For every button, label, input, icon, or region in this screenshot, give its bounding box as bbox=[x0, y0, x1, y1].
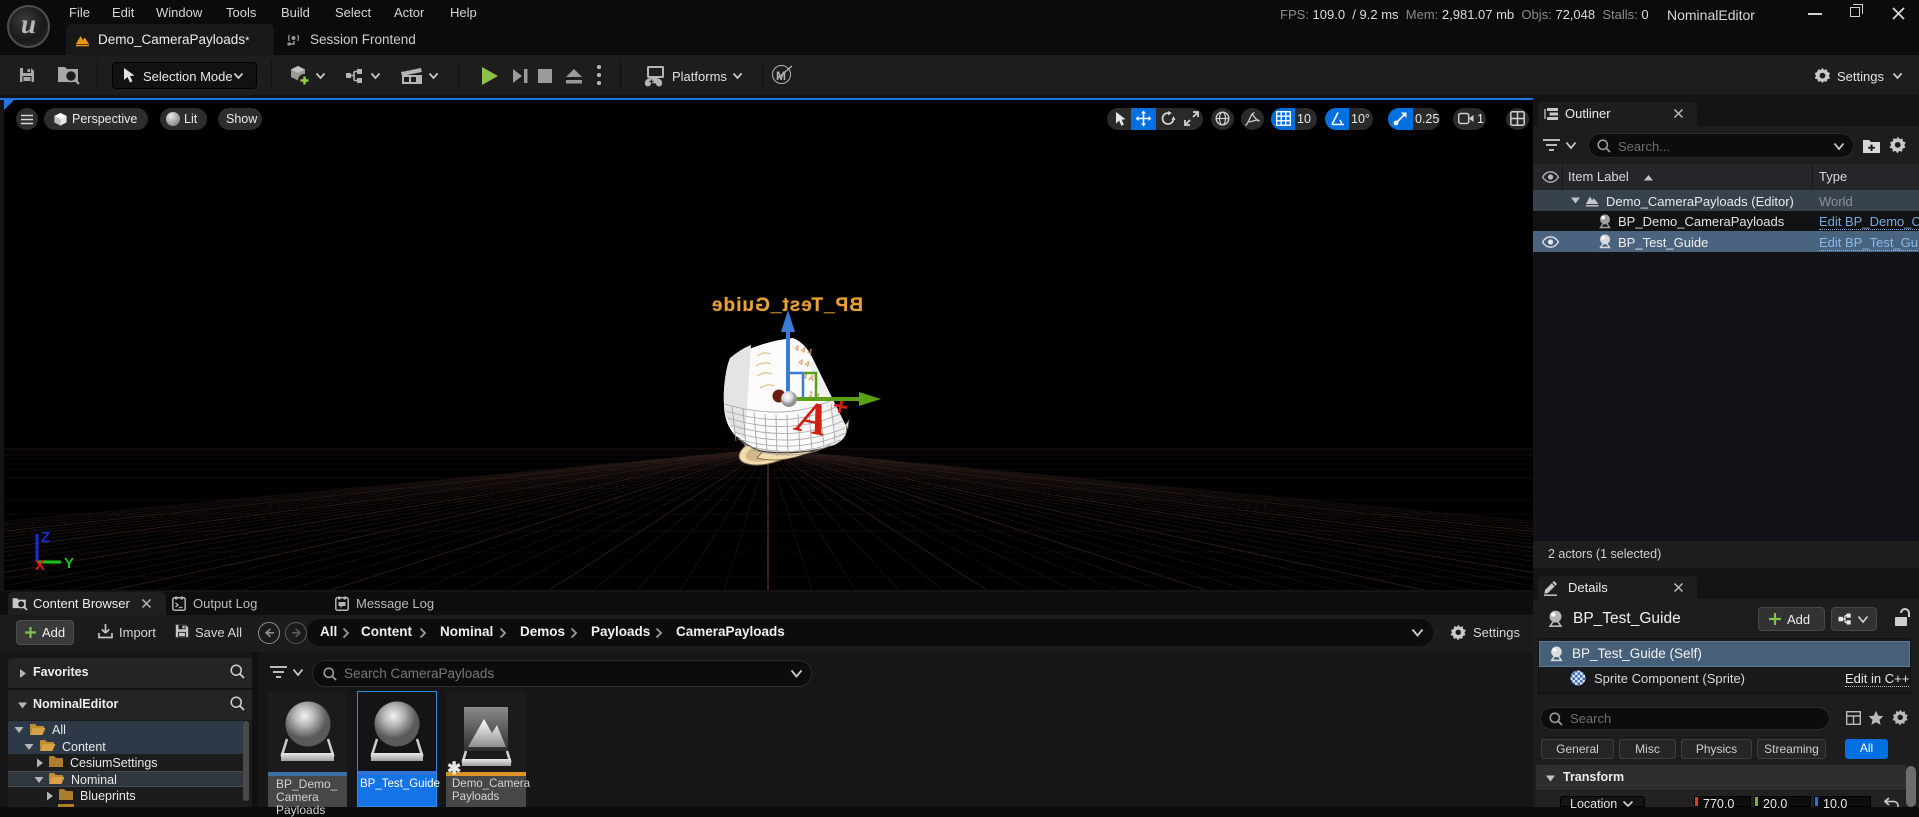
svg-text:Z: Z bbox=[41, 529, 50, 546]
svg-text:+: + bbox=[830, 390, 851, 423]
svg-text:BP_Test_Guide: BP_Test_Guide bbox=[711, 295, 863, 316]
svg-text:X: X bbox=[35, 557, 45, 574]
svg-text:Y: Y bbox=[64, 555, 74, 572]
